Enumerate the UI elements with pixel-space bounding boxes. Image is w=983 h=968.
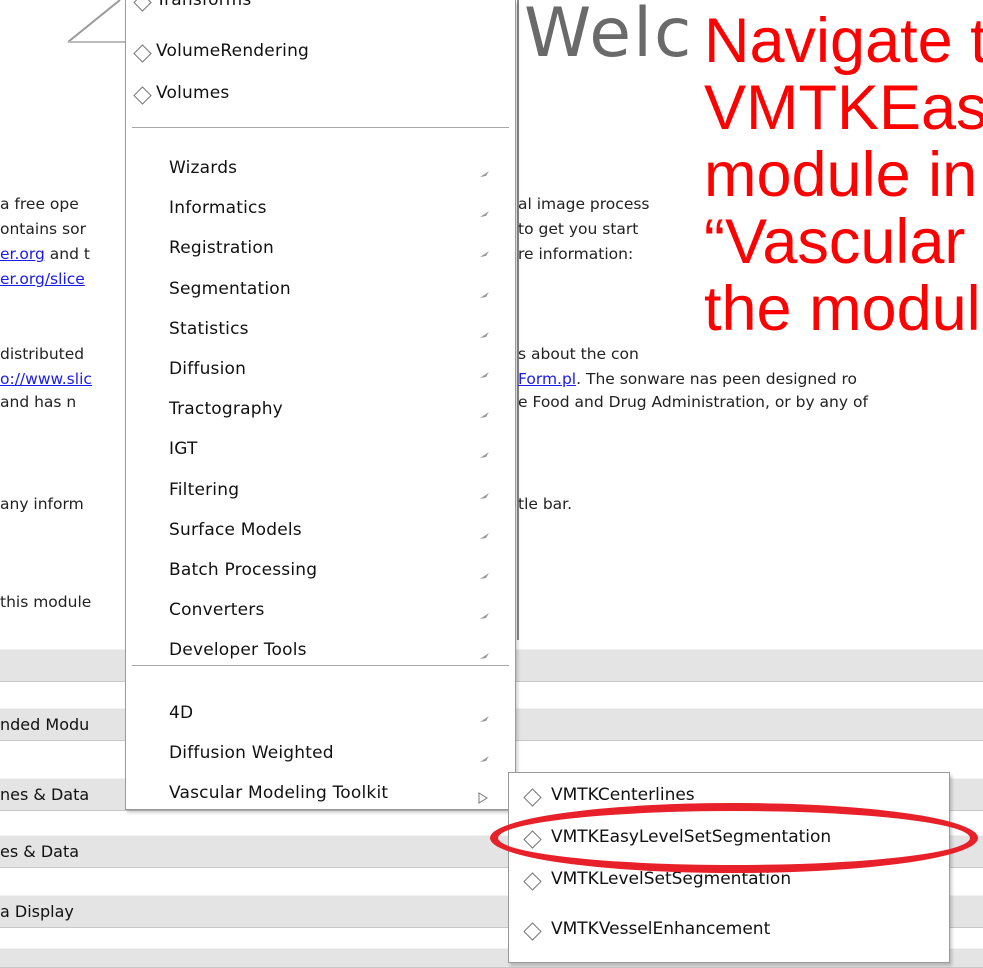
- menu-item-label: Filtering: [169, 479, 240, 500]
- submenu-arrow-icon: [478, 609, 492, 620]
- submenu-item-vmtkvesselenhancement[interactable]: VMTKVesselEnhancement: [509, 911, 949, 951]
- slicer-link[interactable]: er.org: [0, 245, 45, 263]
- welcome-text-line: this module: [0, 593, 92, 611]
- welcome-text-line: al image process: [518, 195, 650, 213]
- submenu-arrow-icon: [478, 207, 492, 218]
- welcome-text-line: distributed: [0, 345, 85, 363]
- radio-diamond-icon: [523, 922, 542, 941]
- welcome-text-line: s about the con: [518, 345, 639, 363]
- menu-item-category-4[interactable]: Statistics: [126, 311, 515, 351]
- menu-item-label: Wizards: [169, 158, 238, 178]
- menu-item-label: Transforms: [156, 0, 252, 10]
- panel-label: nded Modu: [0, 715, 90, 734]
- submenu-arrow-icon: [478, 792, 492, 804]
- submenu-arrow-icon: [478, 328, 492, 338]
- welcome-text-line: to get you start: [518, 220, 639, 238]
- radio-diamond-icon: [133, 0, 152, 12]
- panel-label: es & Data: [0, 842, 80, 861]
- submenu-arrow-icon: [478, 529, 492, 539]
- menu-item-category-3[interactable]: Segmentation: [126, 271, 515, 311]
- menu-item-label: Statistics: [169, 318, 249, 339]
- menu-item-category-6[interactable]: Tractography: [126, 391, 515, 431]
- welcome-text-line: ontains sor: [0, 220, 86, 238]
- menu-item-label: Developer Tools: [169, 640, 307, 661]
- submenu-arrow-icon: [478, 712, 492, 722]
- menu-item-label: VolumeRendering: [156, 41, 310, 61]
- radio-diamond-icon: [523, 788, 542, 807]
- submenu-arrow-icon: [478, 247, 492, 258]
- menu-item-label: Vascular Modeling Toolkit: [169, 783, 389, 803]
- welcome-text-line: and has n: [0, 393, 77, 411]
- menu-item-label: Diffusion: [169, 359, 247, 379]
- menu-item-category-8[interactable]: Filtering: [126, 472, 515, 512]
- menu-item-label: Tractography: [169, 399, 283, 420]
- registration-form-link[interactable]: Form.pl: [518, 370, 576, 388]
- panel-label: nes & Data: [0, 785, 90, 804]
- menu-item-category-2[interactable]: Registration: [126, 230, 515, 270]
- submenu-arrow-icon: [478, 448, 492, 459]
- welcome-text-line: re information:: [518, 245, 634, 263]
- panel-label: a Display: [0, 902, 74, 921]
- menu-item-category-1[interactable]: Informatics: [126, 190, 515, 230]
- welcome-text-line: any inform: [0, 495, 84, 513]
- menu-item-category-10[interactable]: Batch Processing: [126, 552, 515, 592]
- menu-item-volumes[interactable]: Volumes: [126, 75, 515, 115]
- menu-item-label: Segmentation: [169, 278, 291, 299]
- menu-item-category-11[interactable]: Converters: [126, 592, 515, 632]
- submenu-arrow-icon: [478, 569, 492, 579]
- welcome-text-line: e Food and Drug Administration, or by an…: [518, 393, 868, 411]
- menu-item-label: Converters: [169, 600, 265, 621]
- slicer-logo-icon: [67, 0, 130, 43]
- submenu-item-label: VMTKVesselEnhancement: [551, 919, 771, 939]
- radio-diamond-icon: [523, 872, 542, 891]
- menu-item-volumerendering[interactable]: VolumeRendering: [126, 33, 515, 73]
- menu-item-category-0[interactable]: Wizards: [126, 150, 515, 190]
- menu-item-extension-0[interactable]: 4D: [126, 695, 515, 735]
- menu-item-label: 4D: [169, 703, 194, 723]
- slicer-url-link[interactable]: o://www.slic: [0, 370, 92, 388]
- submenu-arrow-icon: [478, 408, 492, 419]
- menu-separator: [132, 665, 509, 667]
- menu-item-label: Volumes: [156, 83, 230, 103]
- menu-item-label: Surface Models: [169, 519, 302, 540]
- tutorial-instruction-text: Navigate t VMTKEas module in “Vascular t…: [704, 6, 983, 344]
- menu-item-label: IGT: [169, 439, 198, 460]
- menu-item-label: Diffusion Weighted: [169, 743, 334, 763]
- menu-item-label: Batch Processing: [169, 560, 318, 580]
- radio-diamond-icon: [133, 44, 152, 63]
- menu-item-label: Informatics: [169, 198, 267, 219]
- welcome-text-line: tle bar.: [518, 495, 573, 513]
- welcome-heading: Welc: [524, 0, 694, 73]
- menu-item-transforms[interactable]: Transforms: [126, 0, 515, 22]
- pane-divider: [517, 0, 519, 640]
- welcome-text-line: and t: [44, 245, 90, 263]
- submenu-item-label: VMTKCenterlines: [551, 785, 695, 805]
- menu-item-category-7[interactable]: IGT: [126, 431, 515, 471]
- menu-item-label: Registration: [169, 238, 274, 259]
- modules-menu: Transforms VolumeRendering Volumes Wizar…: [125, 0, 516, 810]
- submenu-arrow-icon: [478, 167, 492, 177]
- menu-separator: [132, 127, 509, 129]
- submenu-arrow-icon: [478, 752, 492, 762]
- welcome-text-line: a free ope: [0, 195, 79, 213]
- menu-item-extension-2[interactable]: Vascular Modeling Toolkit: [126, 775, 515, 815]
- submenu-arrow-icon: [478, 489, 492, 499]
- slicer-url-link[interactable]: er.org/slice: [0, 270, 85, 288]
- submenu-arrow-icon: [478, 288, 492, 298]
- radio-diamond-icon: [133, 86, 152, 105]
- highlight-ellipse: [490, 803, 978, 873]
- menu-item-category-9[interactable]: Surface Models: [126, 512, 515, 552]
- menu-item-extension-1[interactable]: Diffusion Weighted: [126, 735, 515, 775]
- menu-item-category-5[interactable]: Diffusion: [126, 351, 515, 391]
- welcome-text-line: . The sonware nas peen designed ro: [576, 370, 858, 388]
- submenu-arrow-icon: [478, 649, 492, 660]
- submenu-arrow-icon: [478, 368, 492, 378]
